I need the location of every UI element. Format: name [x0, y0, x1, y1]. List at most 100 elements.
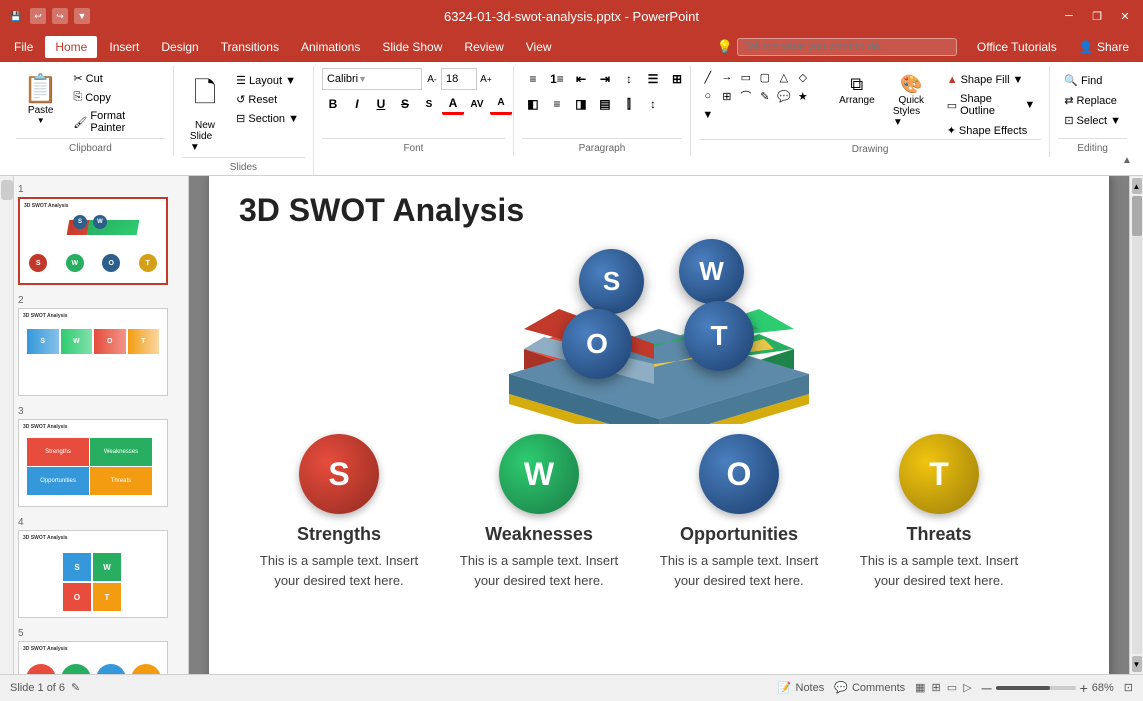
- font-name-input[interactable]: Calibri ▼: [322, 68, 422, 90]
- ribbon-collapse-button[interactable]: ▲: [1119, 152, 1135, 168]
- shapes-dropdown[interactable]: ▼: [699, 106, 717, 124]
- align-left-button[interactable]: ◧: [522, 93, 544, 115]
- shape-more[interactable]: ⊞: [718, 87, 736, 105]
- restore-button[interactable]: ❐: [1087, 6, 1107, 26]
- tell-me-input[interactable]: [744, 41, 950, 53]
- paste-button[interactable]: 📋 Paste ▼: [16, 68, 65, 138]
- decrease-indent-button[interactable]: ⇤: [570, 68, 592, 90]
- slide-thumbnail-4[interactable]: 3D SWOT Analysis S W O T: [18, 530, 168, 618]
- normal-view-button[interactable]: ▦: [915, 681, 925, 694]
- share-button[interactable]: 👤 Share: [1069, 36, 1139, 58]
- font-color2-button[interactable]: A: [490, 93, 512, 115]
- reading-view-button[interactable]: ▭: [947, 681, 957, 694]
- arrange-button[interactable]: ⧉ Arrange: [832, 72, 882, 108]
- align-text-button[interactable]: ☰: [642, 68, 664, 90]
- shape-arrow[interactable]: →: [718, 68, 736, 86]
- scroll-up-button[interactable]: ▲: [1132, 178, 1142, 194]
- slideshow-button[interactable]: ▷: [963, 681, 971, 694]
- menu-file[interactable]: File: [4, 36, 43, 58]
- scroll-thumb[interactable]: [1132, 196, 1142, 236]
- shape-circle[interactable]: ○: [699, 87, 717, 105]
- columns-button[interactable]: ⫿: [618, 93, 640, 115]
- undo-icon[interactable]: ↩: [30, 8, 46, 24]
- paste-dropdown[interactable]: ▼: [37, 116, 45, 125]
- italic-button[interactable]: I: [346, 93, 368, 115]
- font-size-increase[interactable]: A+: [478, 68, 494, 90]
- shape-callout[interactable]: 💬: [775, 87, 793, 105]
- notes-button[interactable]: 📝 Notes: [778, 681, 824, 694]
- menu-home[interactable]: Home: [45, 36, 97, 58]
- vertical-scrollbar[interactable]: ▲ ▼: [1129, 176, 1143, 674]
- menu-review[interactable]: Review: [454, 36, 513, 58]
- tell-me-search[interactable]: [737, 38, 957, 56]
- bullets-button[interactable]: ≡: [522, 68, 544, 90]
- slide-panel-scroll-up[interactable]: [1, 180, 13, 200]
- menu-slideshow[interactable]: Slide Show: [372, 36, 452, 58]
- new-slide-button[interactable]: 🗋 New Slide ▼: [182, 68, 228, 157]
- menu-transitions[interactable]: Transitions: [211, 36, 289, 58]
- smartart-button[interactable]: ⊞: [666, 68, 688, 90]
- menu-design[interactable]: Design: [151, 36, 208, 58]
- slide-thumbnail-5[interactable]: 3D SWOT Analysis S W O T: [18, 641, 168, 674]
- shape-effects-button[interactable]: ✦ Shape Effects: [941, 122, 1042, 139]
- font-color-button[interactable]: A: [442, 93, 464, 115]
- shape-freeform[interactable]: ✎: [756, 87, 774, 105]
- edit-notes-icon[interactable]: ✎: [71, 681, 80, 694]
- shape-line[interactable]: ╱: [699, 68, 717, 86]
- text-direction-button[interactable]: ↕: [618, 68, 640, 90]
- zoom-in-button[interactable]: +: [1080, 680, 1088, 696]
- zoom-bar[interactable]: [996, 686, 1076, 690]
- justify-button[interactable]: ▤: [594, 93, 616, 115]
- font-size-input[interactable]: 18: [441, 68, 477, 90]
- strikethrough-button[interactable]: S: [394, 93, 416, 115]
- shape-rect[interactable]: ▭: [737, 68, 755, 86]
- redo-icon[interactable]: ↪: [52, 8, 68, 24]
- section-button[interactable]: ⊟ Section ▼: [230, 110, 305, 127]
- shape-outline-button[interactable]: ▭ Shape Outline ▼: [941, 91, 1042, 119]
- menu-animations[interactable]: Animations: [291, 36, 370, 58]
- shape-rounded-rect[interactable]: ▢: [756, 68, 774, 86]
- menu-view[interactable]: View: [516, 36, 562, 58]
- menu-insert[interactable]: Insert: [99, 36, 149, 58]
- layout-button[interactable]: ☰ Layout ▼: [230, 72, 305, 89]
- slide-thumb-2[interactable]: 2 3D SWOT Analysis S W O T: [18, 295, 184, 396]
- scroll-down-button[interactable]: ▼: [1132, 656, 1142, 672]
- select-button[interactable]: ⊡ Select ▼: [1058, 112, 1127, 129]
- underline-button[interactable]: U: [370, 93, 392, 115]
- close-button[interactable]: ✕: [1115, 6, 1135, 26]
- numbering-button[interactable]: 1≡: [546, 68, 568, 90]
- font-size-decrease[interactable]: A-: [424, 68, 440, 90]
- increase-indent-button[interactable]: ⇥: [594, 68, 616, 90]
- minimize-button[interactable]: ─: [1059, 6, 1079, 26]
- copy-button[interactable]: ⎘ Copy: [67, 89, 164, 106]
- comments-button[interactable]: 💬 Comments: [834, 681, 905, 694]
- office-tutorials[interactable]: Office Tutorials: [967, 36, 1067, 58]
- slide-thumb-5[interactable]: 5 3D SWOT Analysis S W O T: [18, 628, 184, 674]
- cut-button[interactable]: ✂ Cut: [67, 70, 164, 87]
- find-button[interactable]: 🔍 Find: [1058, 72, 1127, 89]
- fit-slide-button[interactable]: ⊡: [1124, 681, 1133, 694]
- quick-styles-button[interactable]: 🎨 Quick Styles ▼: [885, 72, 938, 130]
- shape-curve[interactable]: ⌒: [737, 87, 755, 105]
- char-spacing-button[interactable]: AV: [466, 93, 488, 115]
- slide-thumb-4[interactable]: 4 3D SWOT Analysis S W O T: [18, 517, 184, 618]
- shape-triangle[interactable]: △: [775, 68, 793, 86]
- align-right-button[interactable]: ◨: [570, 93, 592, 115]
- zoom-out-button[interactable]: ─: [982, 680, 992, 696]
- slide-thumbnail-3[interactable]: 3D SWOT Analysis Strengths Weaknesses Op…: [18, 419, 168, 507]
- align-center-button[interactable]: ≡: [546, 93, 568, 115]
- shape-diamond[interactable]: ◇: [794, 68, 812, 86]
- shadow-button[interactable]: S: [418, 93, 440, 115]
- slide-sorter-button[interactable]: ⊞: [932, 681, 941, 694]
- slide-thumbnail-2[interactable]: 3D SWOT Analysis S W O T: [18, 308, 168, 396]
- bold-button[interactable]: B: [322, 93, 344, 115]
- replace-button[interactable]: ⇄ Replace: [1058, 92, 1127, 109]
- line-spacing-button[interactable]: ↕: [642, 93, 664, 115]
- customize-icon[interactable]: ▼: [74, 8, 90, 24]
- slide-canvas[interactable]: 3D SWOT Analysis: [209, 176, 1109, 674]
- slide-thumb-1[interactable]: 1 3D SWOT Analysis S W S W O: [18, 184, 184, 285]
- format-painter-button[interactable]: 🖌 Format Painter: [67, 108, 164, 136]
- save-icon[interactable]: 💾: [8, 8, 24, 24]
- reset-button[interactable]: ↺ Reset: [230, 91, 305, 108]
- slide-thumbnail-1[interactable]: 3D SWOT Analysis S W S W O T: [18, 197, 168, 285]
